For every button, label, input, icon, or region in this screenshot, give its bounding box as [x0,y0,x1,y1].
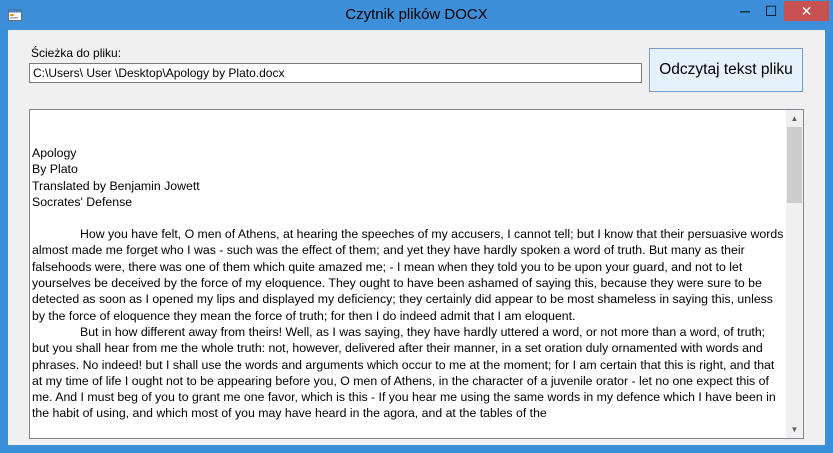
document-content: Apology By Plato Translated by Benjamin … [32,145,784,422]
scroll-thumb[interactable] [787,127,802,203]
maximize-icon: ☐ [764,2,778,19]
minimize-icon: ─ [740,3,750,19]
doc-translator-line: Translated by Benjamin Jowett [32,178,200,193]
doc-title-line: Apology [32,146,77,160]
doc-paragraph: But in how different away from theirs! W… [32,324,776,421]
window-title: Czytnik plików DOCX [345,6,488,23]
scroll-down-icon[interactable]: ▼ [786,421,803,438]
close-icon: ✕ [800,2,813,19]
vertical-scrollbar[interactable]: ▲ ▼ [786,110,803,438]
minimize-button[interactable]: ─ [732,1,758,21]
doc-subtitle-line: Socrates' Defense [32,194,133,209]
maximize-button[interactable]: ☐ [758,1,784,21]
client-area: Ścieżka do pliku: Odczytaj tekst pliku A… [8,30,825,445]
read-file-button[interactable]: Odczytaj tekst pliku [649,48,803,92]
path-label: Ścieżka do pliku: [31,46,122,60]
title-bar[interactable]: Czytnik plików DOCX ─ ☐ ✕ [0,0,833,30]
doc-paragraph: How you have felt, O men of Athens, at h… [32,227,784,323]
doc-author-line: By Plato [32,162,78,177]
main-window: Czytnik plików DOCX ─ ☐ ✕ Ścieżka do pli… [0,0,833,453]
close-button[interactable]: ✕ [784,1,829,21]
scroll-up-icon[interactable]: ▲ [786,110,803,127]
path-input[interactable] [29,63,642,83]
document-text-box[interactable]: Apology By Plato Translated by Benjamin … [29,109,804,439]
